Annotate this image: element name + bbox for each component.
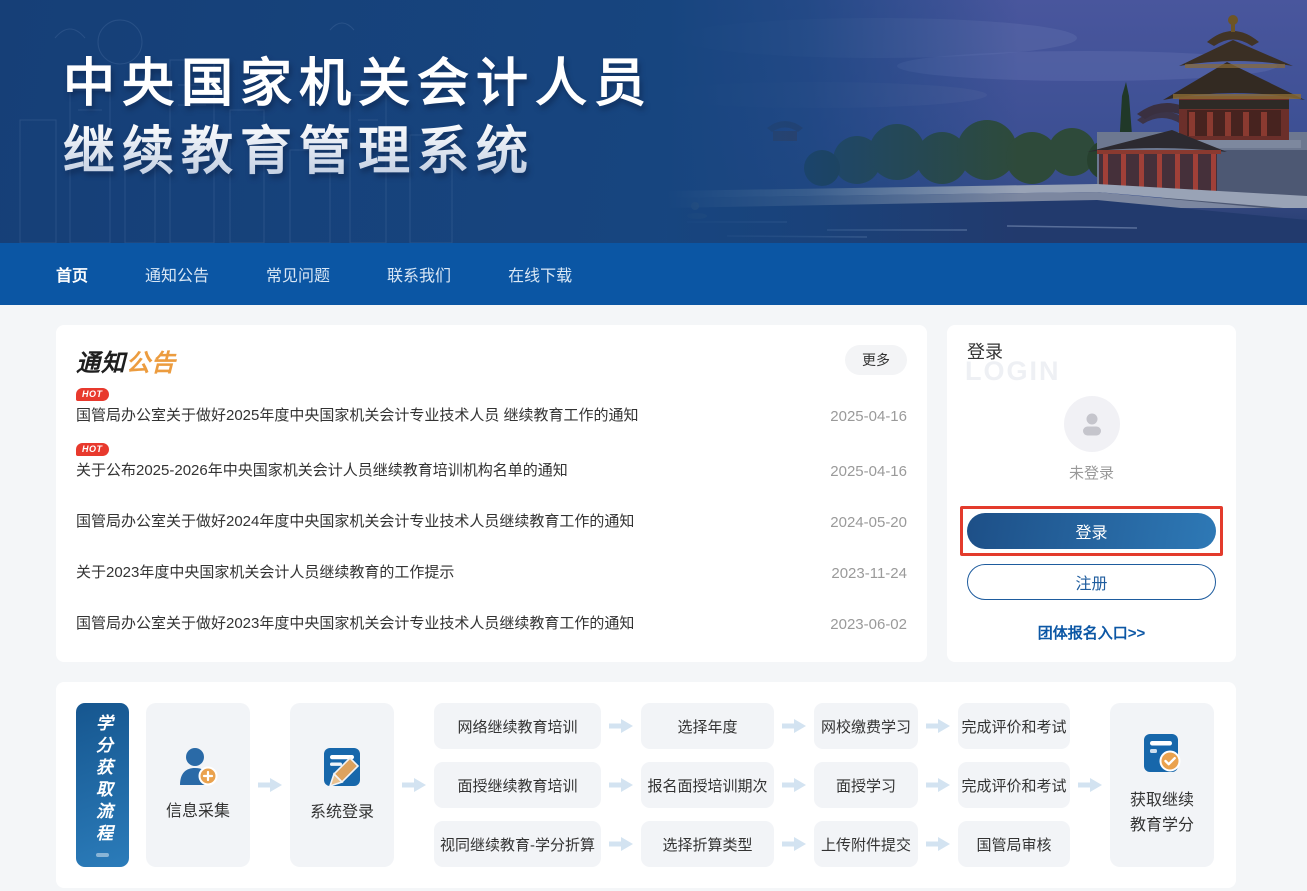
- notice-heading: 通知公告: [76, 343, 176, 378]
- group-signup-link[interactable]: 团体报名入口>>: [947, 622, 1236, 643]
- notice-date: 2024-05-20: [830, 514, 907, 531]
- notice-title[interactable]: 关于2023年度中央国家机关会计人员继续教育的工作提示: [76, 561, 454, 582]
- banner-photo-fade: [667, 0, 1307, 243]
- login-panel: LOGIN 登录 未登录 登录 注册 团体报名入口>>: [947, 325, 1236, 662]
- register-button[interactable]: 注册: [967, 564, 1216, 600]
- flow-arrow-col: [250, 703, 290, 867]
- notice-row-left: 关于2023年度中央国家机关会计人员继续教育的工作提示: [76, 561, 454, 582]
- notice-date: 2023-06-02: [830, 616, 907, 633]
- hot-badge: HOT: [76, 388, 109, 401]
- flow-step-login: 系统登录: [290, 703, 394, 867]
- arrow-right-icon: [782, 837, 806, 851]
- flow-sidebar: 学分获取流程: [76, 703, 129, 867]
- flow-step-credits: 获取继续 教育学分: [1110, 703, 1214, 867]
- flow-column-completion: 完成评价和考试 完成评价和考试 国管局审核: [958, 703, 1070, 867]
- notice-row-left: HOT 国管局办公室关于做好2025年度中央国家机关会计专业技术人员 继续教育工…: [76, 388, 639, 425]
- notice-date: 2025-04-16: [830, 408, 907, 425]
- notice-row[interactable]: HOT 关于公布2025-2026年中央国家机关会计人员继续教育培训机构名单的通…: [76, 437, 907, 492]
- flow-credits-line2: 教育学分: [1130, 813, 1194, 838]
- book-pencil-icon: [321, 746, 363, 788]
- banner: 中央国家机关会计人员 继续教育管理系统: [0, 0, 1307, 243]
- notice-date: 2023-11-24: [831, 565, 907, 582]
- notice-title[interactable]: 国管局办公室关于做好2024年度中央国家机关会计专业技术人员继续教育工作的通知: [76, 510, 634, 531]
- arrow-right-icon: [258, 778, 282, 792]
- flow-box: 报名面授培训期次: [641, 762, 774, 808]
- main-nav: 首页 通知公告 常见问题 联系我们 在线下载: [0, 243, 1307, 305]
- site-title-line2: 继续教育管理系统: [63, 118, 653, 186]
- nav-item-notices[interactable]: 通知公告: [145, 262, 209, 286]
- flow-box: 上传附件提交: [814, 821, 918, 867]
- notice-row-left: 国管局办公室关于做好2024年度中央国家机关会计专业技术人员继续教育工作的通知: [76, 510, 634, 531]
- user-icon: [1077, 409, 1107, 439]
- flow-step-login-label: 系统登录: [310, 800, 374, 825]
- flow-box: 完成评价和考试: [958, 703, 1070, 749]
- login-button[interactable]: 登录: [967, 513, 1216, 549]
- nav-item-contact[interactable]: 联系我们: [387, 262, 451, 286]
- flow-box: 面授继续教育培训: [434, 762, 601, 808]
- flow-sidebar-dash: [96, 853, 109, 857]
- notice-row[interactable]: HOT 国管局办公室关于做好2025年度中央国家机关会计专业技术人员 继续教育工…: [76, 382, 907, 437]
- flow-step-collect: 信息采集: [146, 703, 250, 867]
- flow-box: 国管局审核: [958, 821, 1070, 867]
- notice-row[interactable]: 国管局办公室关于做好2023年度中央国家机关会计专业技术人员继续教育工作的通知 …: [76, 594, 907, 645]
- notice-heading-part1: 通知: [76, 350, 126, 377]
- flow-column-training-type: 网络继续教育培训 面授继续教育培训 视同继续教育-学分折算: [434, 703, 601, 867]
- arrow-right-icon: [782, 719, 806, 733]
- avatar: [1064, 396, 1120, 452]
- flow-box: 完成评价和考试: [958, 762, 1070, 808]
- notice-row-left: HOT 关于公布2025-2026年中央国家机关会计人员继续教育培训机构名单的通…: [76, 443, 568, 480]
- flow-sidebar-label: 学分获取流程: [90, 714, 115, 846]
- arrow-right-icon: [926, 778, 950, 792]
- notice-heading-part2: 公告: [126, 350, 176, 377]
- flow-arrow-col: [394, 703, 434, 867]
- nav-item-downloads[interactable]: 在线下载: [508, 262, 572, 286]
- book-check-icon: [1142, 732, 1182, 776]
- nav-item-faq[interactable]: 常见问题: [266, 262, 330, 286]
- notice-panel: 通知公告 更多 HOT 国管局办公室关于做好2025年度中央国家机关会计专业技术…: [56, 325, 927, 662]
- credit-flow: 学分获取流程 信息采集: [76, 703, 1214, 867]
- notice-row[interactable]: 关于2023年度中央国家机关会计人员继续教育的工作提示 2023-11-24: [76, 543, 907, 594]
- flow-step-credits-label: 获取继续 教育学分: [1130, 788, 1194, 838]
- site-title: 中央国家机关会计人员 继续教育管理系统: [63, 50, 653, 186]
- user-add-icon: [176, 747, 220, 787]
- flow-box: 选择年度: [641, 703, 774, 749]
- arrow-right-icon: [1078, 778, 1102, 792]
- login-heading: 登录: [967, 338, 1003, 364]
- flow-box: 视同继续教育-学分折算: [434, 821, 601, 867]
- flow-box: 选择折算类型: [641, 821, 774, 867]
- flow-column-selection: 选择年度 报名面授培训期次 选择折算类型: [641, 703, 774, 867]
- flow-arrow-col: [918, 703, 958, 867]
- flow-column-learning: 网校缴费学习 面授学习 上传附件提交: [814, 703, 918, 867]
- flow-arrow-col: [601, 703, 641, 867]
- arrow-right-icon: [609, 719, 633, 733]
- notice-row-left: 国管局办公室关于做好2023年度中央国家机关会计专业技术人员继续教育工作的通知: [76, 612, 634, 633]
- site-title-line1: 中央国家机关会计人员: [63, 50, 653, 118]
- more-button[interactable]: 更多: [845, 345, 907, 375]
- arrow-right-icon: [609, 837, 633, 851]
- arrow-right-icon: [926, 719, 950, 733]
- flow-credits-line1: 获取继续: [1130, 788, 1194, 813]
- arrow-right-icon: [402, 778, 426, 792]
- flow-arrow-col: [774, 703, 814, 867]
- credit-flow-panel: 学分获取流程 信息采集: [56, 682, 1236, 888]
- notice-title[interactable]: 国管局办公室关于做好2023年度中央国家机关会计专业技术人员继续教育工作的通知: [76, 612, 634, 633]
- flow-step-collect-label: 信息采集: [166, 799, 230, 824]
- arrow-right-icon: [926, 837, 950, 851]
- flow-arrow-col: [1070, 703, 1110, 867]
- hot-badge: HOT: [76, 443, 109, 456]
- notice-title[interactable]: 国管局办公室关于做好2025年度中央国家机关会计专业技术人员 继续教育工作的通知: [76, 404, 639, 425]
- arrow-right-icon: [782, 778, 806, 792]
- nav-item-home[interactable]: 首页: [56, 262, 88, 286]
- notice-header: 通知公告 更多: [76, 343, 907, 377]
- flow-box: 网校缴费学习: [814, 703, 918, 749]
- flow-box: 网络继续教育培训: [434, 703, 601, 749]
- login-status: 未登录: [947, 462, 1236, 483]
- notice-title[interactable]: 关于公布2025-2026年中央国家机关会计人员继续教育培训机构名单的通知: [76, 459, 568, 480]
- flow-box: 面授学习: [814, 762, 918, 808]
- notice-date: 2025-04-16: [830, 463, 907, 480]
- notice-list: HOT 国管局办公室关于做好2025年度中央国家机关会计专业技术人员 继续教育工…: [76, 382, 907, 645]
- arrow-right-icon: [609, 778, 633, 792]
- notice-row[interactable]: 国管局办公室关于做好2024年度中央国家机关会计专业技术人员继续教育工作的通知 …: [76, 492, 907, 543]
